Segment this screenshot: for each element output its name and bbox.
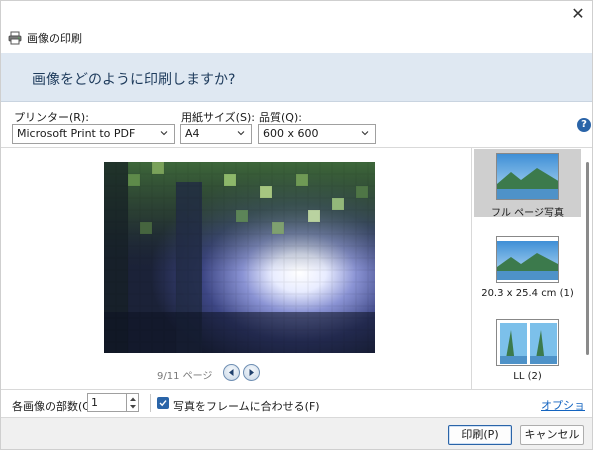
print-preview-area: 9/11 ページ [1, 148, 471, 389]
landscape-thumbnail [496, 153, 559, 200]
layout-scrollbar-thumb[interactable] [586, 162, 589, 355]
chevron-down-icon [160, 131, 168, 136]
copies-label: 各画像の部数(C): [12, 400, 98, 413]
print-options-bar: 各画像の部数(C): 1 写真をフレームに合わせる(F) オプション... [1, 389, 592, 428]
two-up-thumbnail [496, 319, 559, 366]
paper-size-select-value: A4 [185, 127, 200, 140]
instruction-question: 画像をどのように印刷しますか? [32, 72, 236, 88]
pixelated-photo-image [104, 162, 375, 353]
landscape-thumbnail [496, 236, 559, 283]
spin-up-icon[interactable] [129, 395, 137, 403]
copies-input[interactable]: 1 [87, 393, 127, 412]
paper-size-label: 用紙サイズ(S): [181, 111, 255, 124]
instruction-header: 画像をどのように印刷しますか? [1, 53, 592, 102]
layout-item-20x25[interactable]: 20.3 x 25.4 cm (1) [474, 232, 581, 302]
layout-scrollbar[interactable] [584, 148, 592, 389]
close-icon[interactable]: ✕ [568, 4, 588, 24]
page-indicator: 9/11 ページ [157, 371, 213, 382]
layout-item-ll[interactable]: LL (2) [474, 315, 581, 385]
next-page-button[interactable] [243, 364, 260, 381]
title-bar: ✕ 画像の印刷 [1, 1, 592, 53]
next-page-icon [249, 369, 254, 376]
quality-select-value: 600 x 600 [263, 127, 319, 140]
layout-item-20x25-label: 20.3 x 25.4 cm (1) [481, 288, 574, 299]
help-icon[interactable]: ? [577, 118, 591, 132]
print-settings-bar: プリンター(R): Microsoft Print to PDF 用紙サイズ(S… [1, 102, 592, 148]
printer-select-value: Microsoft Print to PDF [17, 127, 136, 140]
paper-size-select[interactable]: A4 [180, 124, 252, 144]
window-title-text: 画像の印刷 [27, 32, 82, 45]
quality-select[interactable]: 600 x 600 [258, 124, 376, 144]
window-title: 画像の印刷 [8, 30, 82, 46]
chevron-down-icon [361, 131, 369, 136]
fit-to-frame-checkbox[interactable] [157, 397, 169, 409]
dialog-footer: 印刷(P) キャンセル [1, 417, 592, 449]
checkmark-icon [159, 400, 167, 407]
print-dialog-window: ✕ 画像の印刷 画像をどのように印刷しますか? プリンター(R): Micros… [0, 0, 593, 450]
printer-label: プリンター(R): [14, 111, 89, 124]
chevron-down-icon [237, 131, 245, 136]
layout-item-ll-label: LL (2) [513, 371, 542, 382]
quality-label: 品質(Q): [259, 111, 302, 124]
fit-to-frame-label[interactable]: 写真をフレームに合わせる(F) [173, 398, 320, 414]
layout-item-full-page[interactable]: フル ページ写真 [474, 149, 581, 219]
layout-item-full-page-label: フル ページ写真 [491, 208, 564, 219]
previous-page-icon [229, 369, 234, 376]
layout-list: フル ページ写真 20.3 x 25.4 cm (1) LL (2) [471, 148, 592, 389]
previous-page-button[interactable] [223, 364, 240, 381]
options-divider [150, 394, 151, 412]
printer-select[interactable]: Microsoft Print to PDF [12, 124, 175, 144]
cancel-button[interactable]: キャンセル [520, 425, 584, 445]
print-button[interactable]: 印刷(P) [448, 425, 512, 445]
printer-icon [8, 31, 22, 45]
copies-spinner[interactable] [127, 393, 139, 412]
spin-down-icon[interactable] [129, 403, 137, 411]
preview-photo [104, 162, 375, 353]
